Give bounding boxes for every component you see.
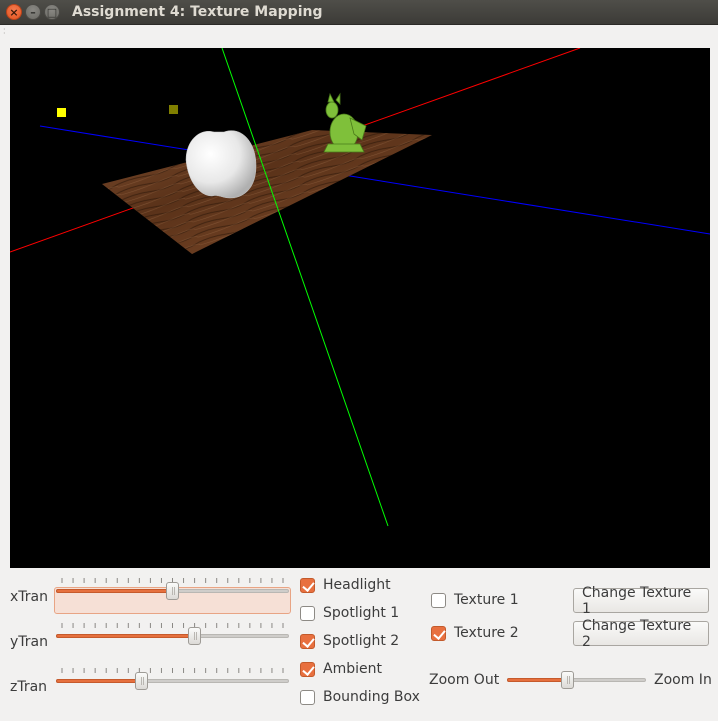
slider-thumb[interactable] [166,582,179,600]
ambient-checkbox[interactable]: Ambient [300,661,382,677]
light-marker-2 [169,105,178,114]
maximize-window-button[interactable]: □ [44,4,60,20]
spotlight-1-checkbox[interactable]: Spotlight 1 [300,605,399,621]
light-marker-1 [57,108,66,117]
texture-1-checkbox[interactable]: Texture 1 [431,592,519,608]
change-texture-1-button[interactable]: Change Texture 1 [573,585,709,617]
change-texture-2-button[interactable]: Change Texture 2 [573,618,709,650]
checkbox-box[interactable] [300,605,315,621]
checkbox-box[interactable] [300,633,315,649]
y-axis-line [221,48,389,527]
bounding-box-checkbox[interactable]: Bounding Box [300,689,420,705]
apple-model [185,130,257,199]
drag-grip-icon: · · [3,25,6,38]
spotlight-2-checkbox[interactable]: Spotlight 2 [300,633,399,649]
slider-fill [56,589,173,593]
title-bar: × – □ Assignment 4: Texture Mapping [0,0,718,25]
headlight-checkbox[interactable]: Headlight [300,577,391,593]
close-window-button[interactable]: × [6,4,22,20]
checkbox-box[interactable] [431,625,446,641]
slider-fill [507,678,568,682]
checkbox-label: Bounding Box [323,689,420,705]
scene-svg [10,48,710,527]
close-icon: × [9,5,19,19]
checkbox-label: Spotlight 1 [323,605,400,621]
checkbox-label: Headlight [323,577,391,593]
checkbox-label: Texture 2 [454,625,519,641]
ytran-slider[interactable] [56,623,289,647]
window-title: Assignment 4: Texture Mapping [72,4,323,20]
slider-ticks [61,668,284,673]
checkbox-box[interactable] [431,592,446,608]
opengl-viewport[interactable] [10,48,710,568]
minimize-icon: – [30,5,36,19]
texture-2-checkbox[interactable]: Texture 2 [431,625,519,641]
checkbox-label: Texture 1 [454,592,519,608]
ztran-slider[interactable] [56,668,289,692]
slider-thumb[interactable] [561,671,575,689]
slider-ticks [61,623,284,628]
xtran-label: xTran [10,589,48,605]
checkbox-box[interactable] [300,689,315,705]
checkbox-label: Spotlight 2 [323,633,400,649]
ytran-label: yTran [10,634,48,650]
checkbox-box[interactable] [300,661,315,677]
slider-thumb[interactable] [135,672,149,690]
zoom-slider[interactable] [507,667,646,691]
minimize-window-button[interactable]: – [25,4,41,20]
slider-fill [56,679,142,683]
zoom-out-label: Zoom Out [429,672,500,688]
checkbox-box[interactable] [300,577,315,593]
ztran-label: zTran [10,679,48,695]
app-window: × – □ Assignment 4: Texture Mapping ·· [0,0,718,721]
maximize-icon: □ [46,5,58,19]
slider-fill [56,634,195,638]
checkbox-label: Ambient [323,661,382,677]
slider-thumb[interactable] [188,627,201,645]
zoom-in-label: Zoom In [654,672,712,688]
xtran-slider[interactable] [56,578,289,602]
